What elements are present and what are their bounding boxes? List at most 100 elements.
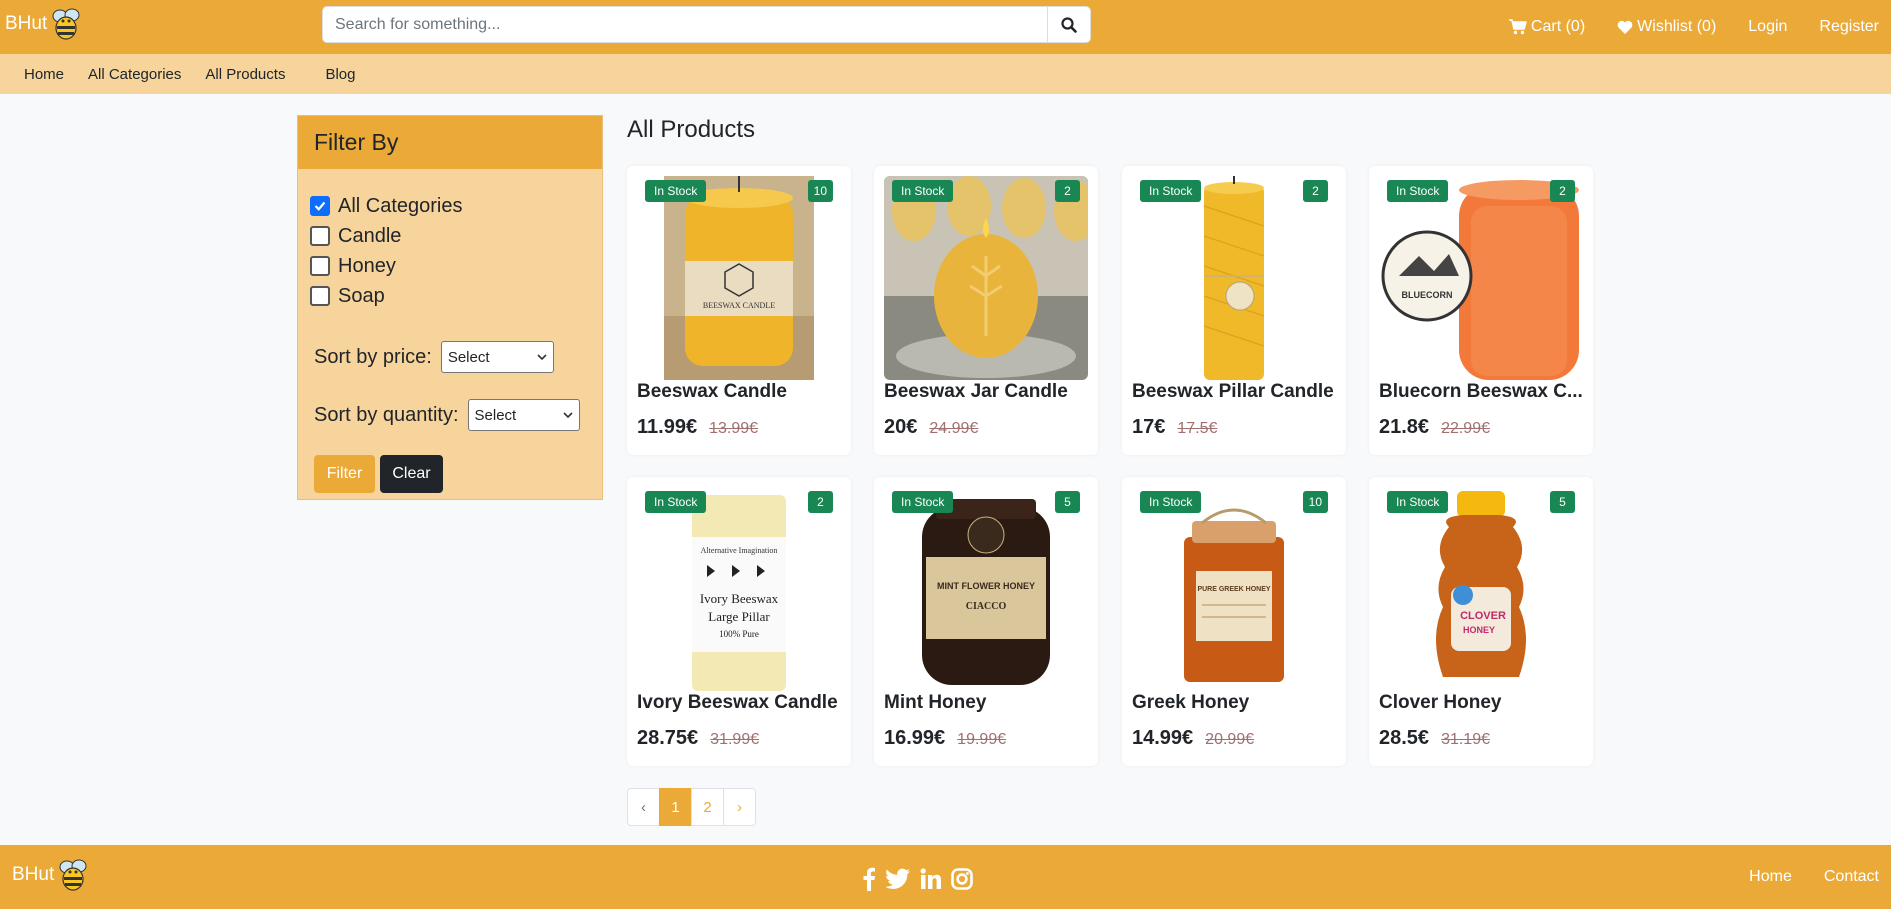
- product-old-price: 19.99€: [957, 731, 1007, 748]
- price-row: 16.99€ 19.99€: [884, 727, 1006, 750]
- product-card[interactable]: CLOVER HONEY In Stock 5 Clover Honey 28.…: [1369, 477, 1593, 766]
- product-image[interactable]: [884, 176, 1088, 380]
- prev-page-button[interactable]: ‹: [627, 788, 660, 826]
- page-1-button[interactable]: 1: [659, 788, 692, 826]
- product-name[interactable]: Ivory Beeswax Candle: [637, 692, 847, 714]
- wishlist-link[interactable]: Wishlist (0): [1617, 18, 1716, 36]
- price-row: 17€ 17.5€: [1132, 416, 1217, 439]
- product-price: 20€: [884, 416, 918, 438]
- product-image[interactable]: [1132, 176, 1336, 380]
- product-name[interactable]: Beeswax Candle: [637, 381, 847, 403]
- product-card[interactable]: MINT FLOWER HONEY CIACCO In Stock 5 Mint…: [874, 477, 1098, 766]
- stock-badge: In Stock: [1140, 180, 1202, 202]
- footer-links: Home Contact: [1717, 845, 1879, 909]
- stock-badge: In Stock: [1387, 180, 1449, 202]
- social-links: [862, 867, 973, 891]
- footer-link-home[interactable]: Home: [1749, 868, 1792, 886]
- footer-brand-name: BHut: [12, 864, 55, 885]
- category-label: All Categories: [338, 194, 463, 217]
- brand-logo[interactable]: BHut: [5, 6, 84, 42]
- sort-quantity-row: Sort by quantity: Select: [298, 399, 602, 431]
- product-image[interactable]: BEESWAX CANDLE: [637, 176, 841, 380]
- stock-badge: In Stock: [645, 491, 707, 513]
- twitter-icon[interactable]: [885, 868, 911, 890]
- subnav-blog[interactable]: Blog: [325, 66, 355, 83]
- quantity-badge: 10: [1302, 491, 1328, 513]
- category-label: Honey: [338, 254, 396, 277]
- product-old-price: 13.99€: [709, 420, 759, 437]
- subnav-all-products[interactable]: All Products: [205, 66, 285, 83]
- product-price: 11.99€: [637, 416, 698, 438]
- sort-quantity-select[interactable]: Select: [467, 399, 580, 431]
- checkbox-unchecked[interactable]: [310, 286, 330, 306]
- next-page-button[interactable]: ›: [723, 788, 756, 826]
- footer-link-contact[interactable]: Contact: [1824, 868, 1879, 886]
- footer: BHut Home Contact: [0, 845, 1891, 909]
- product-card[interactable]: BEESWAX CANDLE In Stock 10 Beeswax Candl…: [627, 166, 851, 455]
- linkedin-icon[interactable]: [920, 868, 942, 890]
- product-name[interactable]: Beeswax Pillar Candle: [1132, 381, 1342, 403]
- product-image[interactable]: CLOVER HONEY: [1379, 487, 1583, 691]
- svg-text:HONEY: HONEY: [1463, 625, 1495, 635]
- product-card[interactable]: PURE GREEK HONEY In Stock 10 Greek Honey…: [1122, 477, 1346, 766]
- filter-panel: Filter By All Categories Candle Honey So…: [297, 115, 603, 500]
- product-image[interactable]: BLUECORN: [1379, 176, 1583, 380]
- price-row: 28.5€ 31.19€: [1379, 727, 1490, 750]
- quantity-badge: 5: [1055, 491, 1080, 513]
- category-option-candle[interactable]: Candle: [310, 221, 590, 251]
- product-card[interactable]: In Stock 2 Beeswax Pillar Candle 17€ 17.…: [1122, 166, 1346, 455]
- filter-button[interactable]: Filter: [314, 455, 375, 493]
- category-option-soap[interactable]: Soap: [310, 281, 590, 311]
- svg-text:Ivory Beeswax: Ivory Beeswax: [700, 591, 779, 606]
- product-image[interactable]: PURE GREEK HONEY: [1132, 487, 1336, 691]
- cart-link[interactable]: Cart (0): [1508, 18, 1585, 36]
- product-name[interactable]: Mint Honey: [884, 692, 1094, 714]
- product-name[interactable]: Beeswax Jar Candle: [884, 381, 1094, 403]
- stock-badge: In Stock: [892, 491, 954, 513]
- product-image[interactable]: Alternative Imagination Ivory Beeswax La…: [637, 487, 841, 691]
- product-card[interactable]: In Stock 2 Beeswax Jar Candle 20€ 24.99€: [874, 166, 1098, 455]
- product-name[interactable]: Greek Honey: [1132, 692, 1342, 714]
- price-row: 28.75€ 31.99€: [637, 727, 759, 750]
- svg-text:Alternative Imagination: Alternative Imagination: [701, 546, 778, 555]
- quantity-badge: 10: [807, 180, 833, 202]
- chevron-down-icon: [537, 353, 547, 360]
- subnav-home[interactable]: Home: [24, 66, 64, 83]
- product-card[interactable]: BLUECORN In Stock 2 Bluecorn Beeswax C..…: [1369, 166, 1593, 455]
- subnav-all-categories[interactable]: All Categories: [88, 66, 181, 83]
- facebook-icon[interactable]: [862, 867, 876, 891]
- stock-badge: In Stock: [1140, 491, 1202, 513]
- checkbox-unchecked[interactable]: [310, 226, 330, 246]
- search-input[interactable]: [322, 6, 1048, 43]
- select-value: Select: [474, 406, 517, 424]
- product-name[interactable]: Clover Honey: [1379, 692, 1589, 714]
- product-price: 17€: [1132, 416, 1166, 438]
- top-navbar: BHut Search for something... Cart (0) Wi…: [0, 0, 1891, 54]
- category-checkboxes: All Categories Candle Honey Soap: [298, 169, 602, 311]
- stock-badge: In Stock: [645, 180, 707, 202]
- product-price: 14.99€: [1132, 727, 1194, 749]
- checkbox-unchecked[interactable]: [310, 256, 330, 276]
- svg-text:CIACCO: CIACCO: [966, 601, 1007, 612]
- product-image[interactable]: MINT FLOWER HONEY CIACCO: [884, 487, 1088, 691]
- clear-button[interactable]: Clear: [380, 455, 443, 493]
- search-button[interactable]: [1048, 6, 1091, 43]
- cart-icon: [1508, 19, 1527, 35]
- login-link[interactable]: Login: [1748, 18, 1787, 36]
- quantity-badge: 2: [808, 491, 833, 513]
- category-option-all[interactable]: All Categories: [310, 191, 590, 221]
- page-2-button[interactable]: 2: [691, 788, 724, 826]
- checkbox-checked[interactable]: [310, 196, 330, 216]
- category-option-honey[interactable]: Honey: [310, 251, 590, 281]
- sort-price-select[interactable]: Select: [440, 341, 554, 373]
- product-card[interactable]: Alternative Imagination Ivory Beeswax La…: [627, 477, 851, 766]
- quantity-badge: 2: [1550, 180, 1575, 202]
- product-name[interactable]: Bluecorn Beeswax C...: [1379, 381, 1589, 403]
- register-link[interactable]: Register: [1819, 18, 1879, 36]
- product-old-price: 20.99€: [1205, 731, 1255, 748]
- footer-brand[interactable]: BHut: [12, 857, 91, 893]
- quantity-badge: 2: [1303, 180, 1328, 202]
- instagram-icon[interactable]: [951, 868, 973, 890]
- quantity-badge: 5: [1550, 491, 1575, 513]
- svg-text:Large Pillar: Large Pillar: [708, 609, 770, 624]
